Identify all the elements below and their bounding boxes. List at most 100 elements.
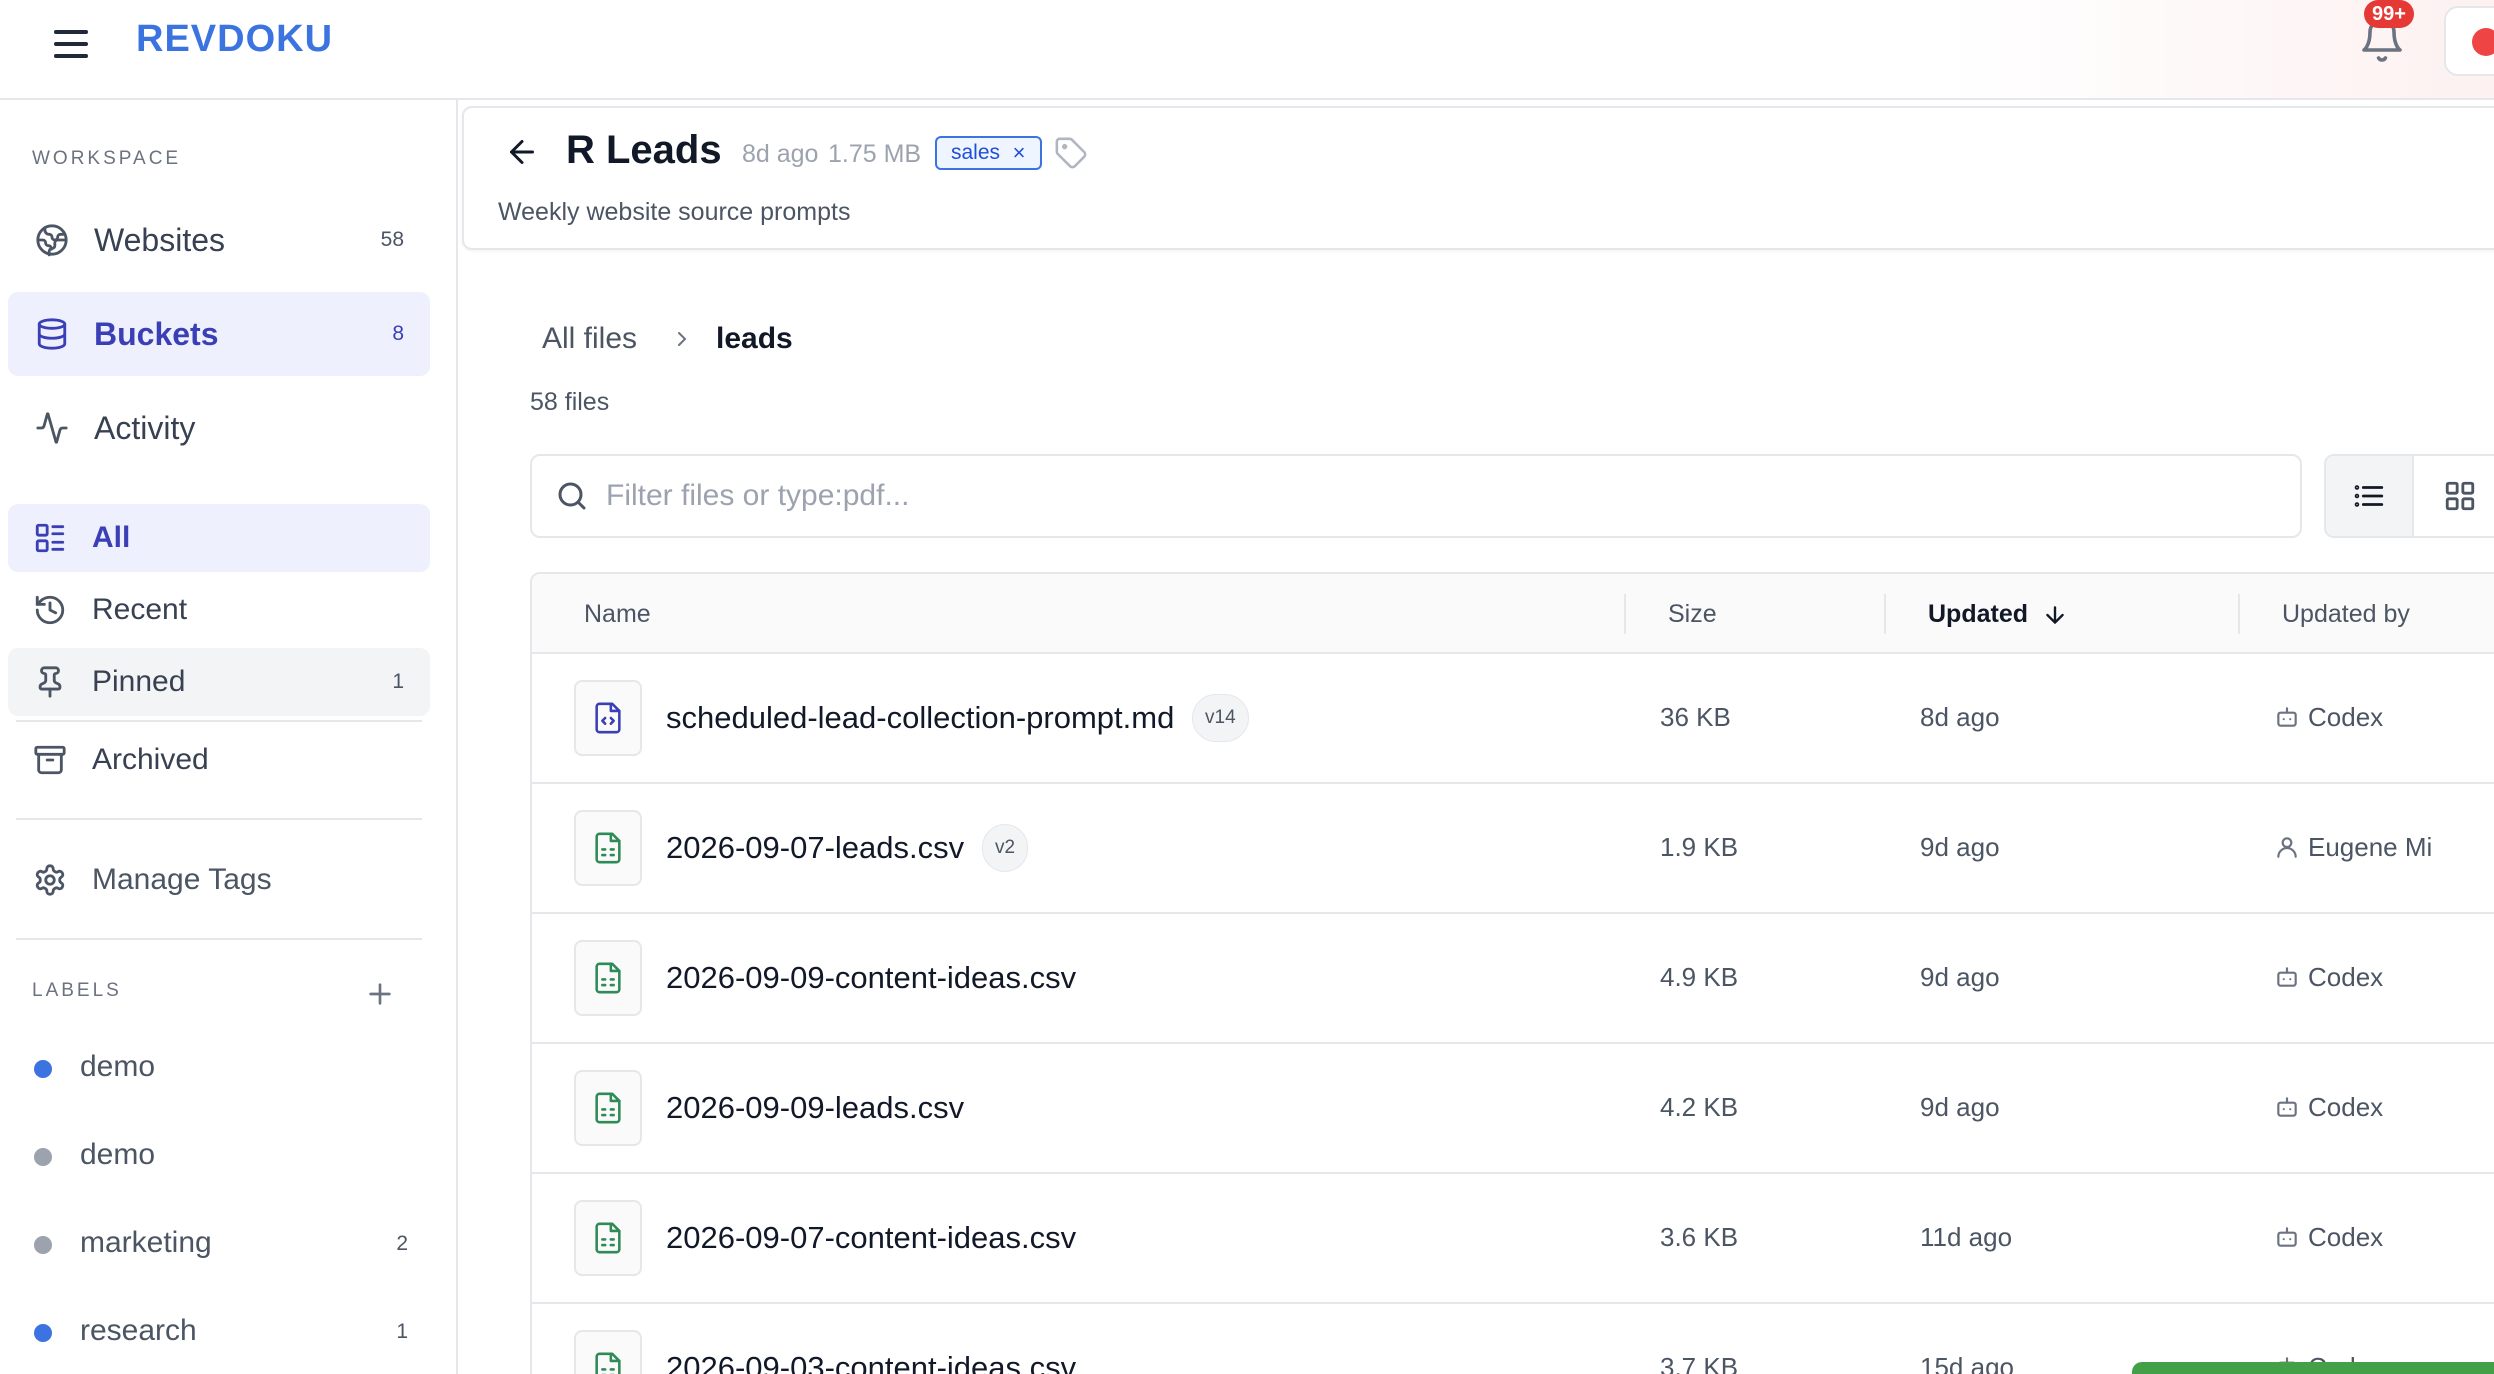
bot-icon xyxy=(2274,1094,2300,1120)
menu-button[interactable] xyxy=(48,24,94,64)
list-icon xyxy=(32,520,68,556)
file-name[interactable]: scheduled-lead-collection-prompt.md xyxy=(666,700,1174,736)
sidebar-item-label: Archived xyxy=(92,743,209,776)
sidebar-item-websites[interactable]: Websites 58 xyxy=(8,198,430,282)
add-label-button[interactable] xyxy=(364,978,396,1010)
table-row[interactable]: 2026-09-09-leads.csv 4.2 KB 9d ago Codex xyxy=(532,1044,2494,1174)
updated-time: 15d ago xyxy=(1920,1352,2014,1374)
page-title: R Leads xyxy=(566,128,722,172)
label-item-demo[interactable]: demo xyxy=(16,1120,426,1192)
sidebar-item-count: 8 xyxy=(392,322,404,345)
updated-by: Codex xyxy=(2308,1092,2384,1122)
column-size[interactable]: Size xyxy=(1668,600,1717,629)
search-input[interactable] xyxy=(606,476,2266,516)
labels-heading: LABELS xyxy=(32,980,122,1001)
avatar xyxy=(2472,28,2494,56)
file-name[interactable]: 2026-09-07-content-ideas.csv xyxy=(666,1220,1076,1256)
updated-by: Codex xyxy=(2308,702,2384,732)
file-name[interactable]: 2026-09-09-content-ideas.csv xyxy=(666,960,1076,996)
file-name[interactable]: 2026-09-03-content-ideas.csv xyxy=(666,1350,1076,1374)
updated-by: Eugene Mi xyxy=(2308,832,2433,862)
spreadsheet-file-icon xyxy=(574,1070,642,1146)
label-count: 1 xyxy=(396,1320,408,1343)
table-row[interactable]: 2026-09-07-leads.csv v2 1.9 KB 9d ago Eugene… xyxy=(532,784,2494,914)
bot-icon xyxy=(2274,704,2300,730)
label-color-dot xyxy=(34,1236,52,1254)
notification-badge: 99+ xyxy=(2364,0,2414,28)
user-icon xyxy=(2274,834,2300,860)
spreadsheet-file-icon xyxy=(574,1200,642,1276)
sort-desc-icon[interactable] xyxy=(2042,602,2068,628)
search-icon xyxy=(558,482,586,510)
sidebar-item-recent[interactable]: Recent xyxy=(8,576,430,644)
file-size: 36 KB xyxy=(1660,702,1731,732)
code-file-icon xyxy=(574,680,642,756)
spreadsheet-file-icon xyxy=(574,1330,642,1374)
remove-tag-icon[interactable]: × xyxy=(1004,138,1034,168)
manage-tags-label: Manage Tags xyxy=(92,863,272,896)
back-arrow-icon[interactable] xyxy=(504,134,540,170)
label-item-demo[interactable]: demo xyxy=(16,1032,426,1104)
label-item-marketing[interactable]: marketing 2 xyxy=(16,1208,426,1280)
spreadsheet-file-icon xyxy=(574,940,642,1016)
workspace-heading: WORKSPACE xyxy=(32,148,182,169)
document-age: 8d ago xyxy=(742,140,819,168)
grid-view-button[interactable] xyxy=(2416,456,2494,536)
chevron-right-icon xyxy=(678,332,687,346)
updated-by: Codex xyxy=(2308,1222,2384,1252)
label-name: demo xyxy=(80,1138,156,1171)
breadcrumb-all-files[interactable]: All files xyxy=(542,322,637,356)
sidebar-item-label: Pinned xyxy=(92,665,186,698)
files-table: Name Size Updated Updated by scheduled-l… xyxy=(530,572,2494,1374)
sidebar-item-buckets[interactable]: Buckets 8 xyxy=(8,292,430,376)
sidebar-item-all[interactable]: All xyxy=(8,504,430,572)
label-item-research[interactable]: research 1 xyxy=(16,1296,426,1368)
manage-tags-button[interactable]: Manage Tags xyxy=(8,846,430,914)
archive-icon xyxy=(32,742,68,778)
column-updated[interactable]: Updated xyxy=(1928,600,2028,629)
sidebar-item-archived[interactable]: Archived xyxy=(8,726,430,794)
grid-view-icon xyxy=(2445,481,2475,511)
table-row[interactable]: scheduled-lead-collection-prompt.md v14 36… xyxy=(532,654,2494,784)
spreadsheet-file-icon xyxy=(574,810,642,886)
bot-icon xyxy=(2274,964,2300,990)
sidebar-divider xyxy=(16,818,422,820)
hamburger-line xyxy=(54,54,88,58)
sidebar-divider xyxy=(16,938,422,940)
column-updated-by[interactable]: Updated by xyxy=(2282,600,2410,629)
table-row[interactable]: 2026-09-07-content-ideas.csv 3.6 KB 11d ag… xyxy=(532,1174,2494,1304)
file-name[interactable]: 2026-09-09-leads.csv xyxy=(666,1090,964,1126)
history-icon xyxy=(32,592,68,628)
list-view-icon xyxy=(2354,485,2384,507)
breadcrumb-current: leads xyxy=(716,322,793,355)
file-size: 1.9 KB xyxy=(1660,832,1739,862)
updated-time: 9d ago xyxy=(1920,1092,2000,1122)
list-view-button[interactable] xyxy=(2326,456,2414,536)
bot-icon xyxy=(2274,1224,2300,1250)
sidebar-item-label: All xyxy=(92,521,131,554)
label-color-dot xyxy=(34,1148,52,1166)
column-divider xyxy=(2238,594,2240,634)
sidebar-item-pinned[interactable]: Pinned 1 xyxy=(8,648,430,716)
brand-logo[interactable]: REVDOKU xyxy=(136,18,333,61)
version-badge: v14 xyxy=(1192,694,1249,742)
label-color-dot xyxy=(34,1324,52,1342)
sidebar-item-label: Websites xyxy=(94,221,226,258)
column-divider xyxy=(1624,594,1626,634)
globe-icon xyxy=(34,222,70,258)
gear-icon xyxy=(32,862,68,898)
toast-notification[interactable] xyxy=(2132,1362,2494,1374)
table-header: Name Size Updated Updated by xyxy=(532,574,2494,654)
sidebar-item-activity[interactable]: Activity xyxy=(8,386,430,470)
view-toggle xyxy=(2324,454,2494,538)
file-name[interactable]: 2026-09-07-leads.csv xyxy=(666,830,964,866)
column-name[interactable]: Name xyxy=(584,600,651,629)
table-row[interactable]: 2026-09-09-content-ideas.csv 4.9 KB 9d ago… xyxy=(532,914,2494,1044)
updated-time: 9d ago xyxy=(1920,832,2000,862)
pin-icon xyxy=(32,664,68,700)
sidebar-item-label: Buckets xyxy=(94,315,219,352)
label-name: research xyxy=(80,1314,197,1347)
activity-icon xyxy=(34,410,70,446)
add-tag-icon[interactable] xyxy=(1054,136,1088,170)
updated-time: 9d ago xyxy=(1920,962,2000,992)
